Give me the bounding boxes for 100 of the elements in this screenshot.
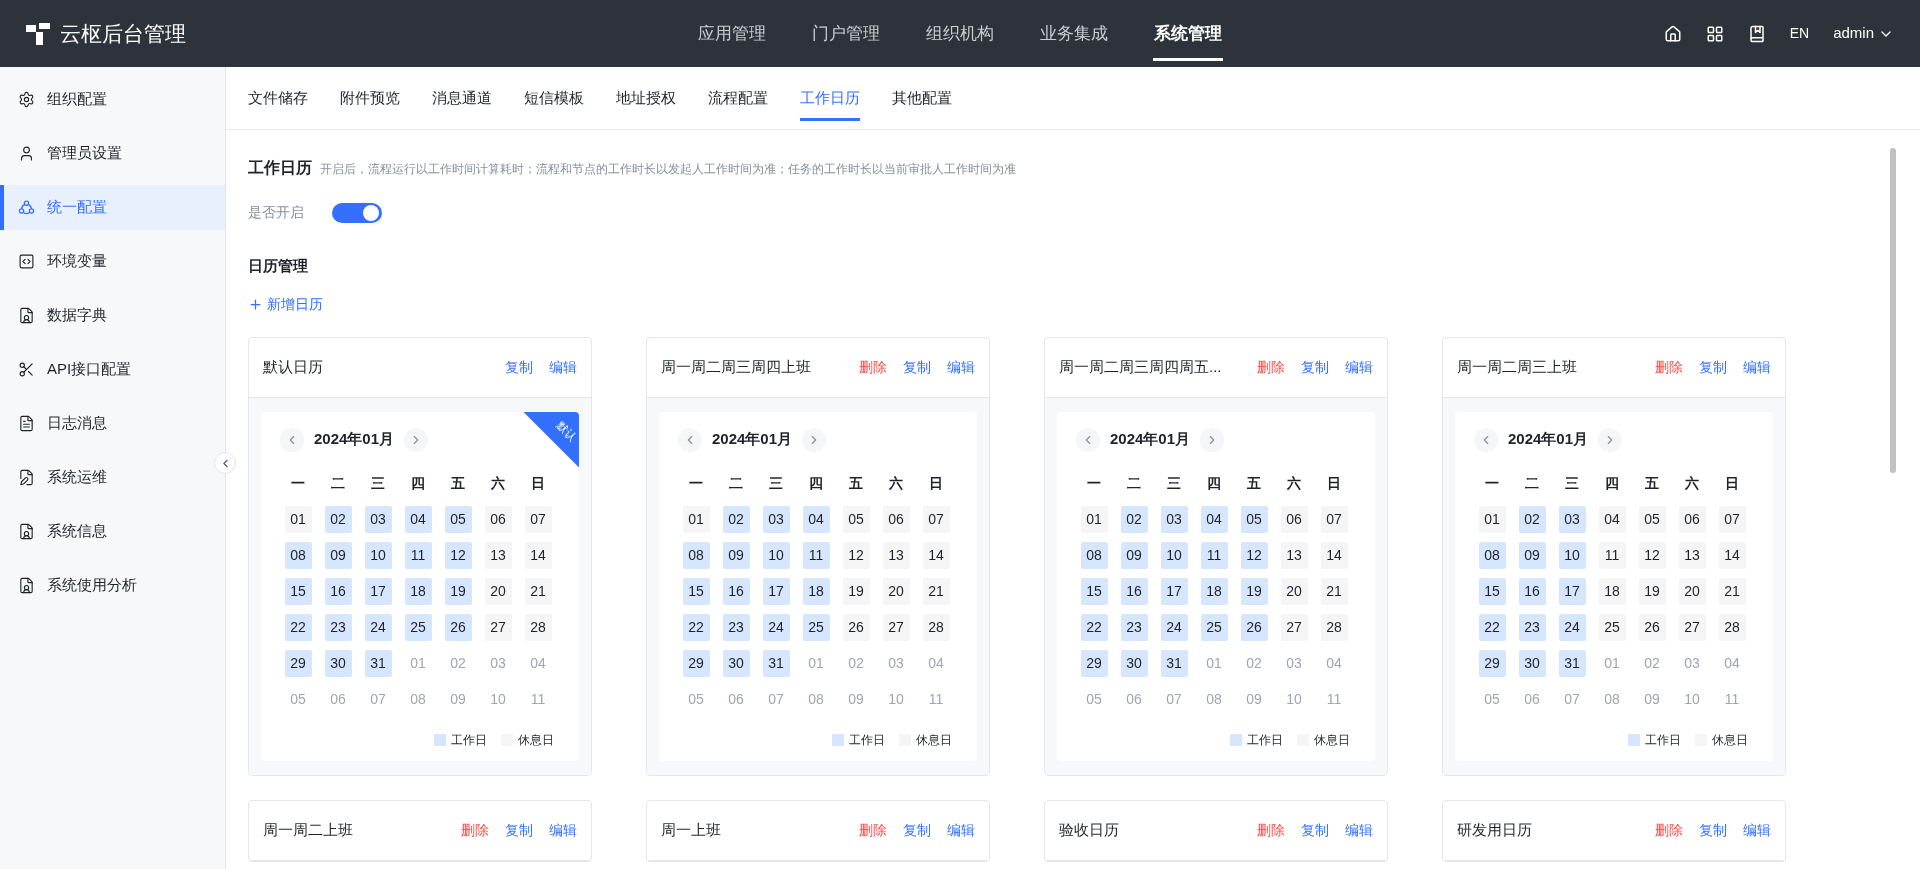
day-cell[interactable]: 29 [682,649,710,677]
day-cell[interactable]: 16 [324,577,352,605]
sidebar-item[interactable]: 系统运维 [0,455,225,500]
edit-link[interactable]: 编辑 [947,819,975,841]
user-menu[interactable]: admin [1833,22,1894,45]
copy-link[interactable]: 复制 [505,356,533,378]
day-cell[interactable]: 06 [1678,505,1706,533]
day-cell[interactable]: 12 [444,541,472,569]
day-cell[interactable]: 18 [1200,577,1228,605]
sidebar-item[interactable]: 数据字典 [0,293,225,338]
day-cell[interactable]: 01 [1080,505,1108,533]
day-cell[interactable]: 23 [324,613,352,641]
day-cell[interactable]: 08 [682,541,710,569]
settings-tab[interactable]: 地址授权 [616,67,676,129]
day-cell[interactable]: 29 [1080,649,1108,677]
day-cell[interactable]: 15 [1080,577,1108,605]
day-cell[interactable]: 06 [484,505,512,533]
day-cell[interactable]: 15 [1478,577,1506,605]
day-cell[interactable]: 23 [1518,613,1546,641]
day-cell[interactable]: 31 [1558,649,1586,677]
day-cell[interactable]: 28 [1320,613,1348,641]
day-cell[interactable]: 04 [802,505,830,533]
scrollbar-thumb[interactable] [1890,148,1896,473]
day-cell[interactable]: 04 [1200,505,1228,533]
next-month-button[interactable] [1598,427,1623,452]
home-icon[interactable] [1663,24,1682,43]
day-cell[interactable]: 11 [404,541,432,569]
day-cell[interactable]: 28 [922,613,950,641]
day-cell[interactable]: 25 [802,613,830,641]
day-cell[interactable]: 25 [1200,613,1228,641]
previous-month-button[interactable] [1474,427,1498,452]
day-cell[interactable]: 10 [1160,541,1188,569]
day-cell[interactable]: 14 [922,541,950,569]
day-cell[interactable]: 03 [1558,505,1586,533]
day-cell[interactable]: 01 [682,505,710,533]
day-cell[interactable]: 31 [1160,649,1188,677]
edit-link[interactable]: 编辑 [1345,819,1373,841]
settings-tab[interactable]: 流程配置 [708,67,768,129]
day-cell[interactable]: 31 [762,649,790,677]
day-cell[interactable]: 30 [1120,649,1148,677]
day-cell[interactable]: 03 [364,505,392,533]
next-month-button[interactable] [802,427,827,452]
edit-link[interactable]: 编辑 [1743,819,1771,841]
day-cell[interactable]: 06 [882,505,910,533]
previous-month-button[interactable] [1076,427,1100,452]
day-cell[interactable]: 20 [1678,577,1706,605]
day-cell[interactable]: 10 [762,541,790,569]
settings-tab[interactable]: 附件预览 [340,67,400,129]
day-cell[interactable]: 21 [1718,577,1746,605]
day-cell[interactable]: 26 [842,613,870,641]
day-cell[interactable]: 27 [1678,613,1706,641]
delete-link[interactable]: 删除 [859,356,887,378]
day-cell[interactable]: 13 [484,541,512,569]
nav-tab[interactable]: 应用管理 [697,0,767,67]
add-calendar-link[interactable]: 新增日历 [248,293,323,315]
settings-tab[interactable]: 文件储存 [248,67,308,129]
settings-tab[interactable]: 工作日历 [800,67,860,129]
day-cell[interactable]: 13 [1678,541,1706,569]
day-cell[interactable]: 02 [722,505,750,533]
day-cell[interactable]: 08 [284,541,312,569]
day-cell[interactable]: 13 [1280,541,1308,569]
copy-link[interactable]: 复制 [1699,819,1727,841]
day-cell[interactable]: 22 [1080,613,1108,641]
book-icon[interactable] [1747,24,1766,43]
day-cell[interactable]: 26 [444,613,472,641]
day-cell[interactable]: 11 [802,541,830,569]
day-cell[interactable]: 08 [1478,541,1506,569]
day-cell[interactable]: 24 [762,613,790,641]
collapse-button[interactable] [214,452,236,474]
day-cell[interactable]: 03 [1160,505,1188,533]
nav-tab[interactable]: 业务集成 [1039,0,1109,67]
day-cell[interactable]: 19 [842,577,870,605]
day-cell[interactable]: 17 [1558,577,1586,605]
day-cell[interactable]: 24 [1160,613,1188,641]
day-cell[interactable]: 21 [524,577,552,605]
day-cell[interactable]: 27 [882,613,910,641]
day-cell[interactable]: 15 [682,577,710,605]
sidebar-item[interactable]: 环境变量 [0,239,225,284]
day-cell[interactable]: 22 [1478,613,1506,641]
day-cell[interactable]: 16 [1120,577,1148,605]
day-cell[interactable]: 09 [1120,541,1148,569]
day-cell[interactable]: 19 [1638,577,1666,605]
day-cell[interactable]: 05 [1638,505,1666,533]
copy-link[interactable]: 复制 [903,819,931,841]
previous-month-button[interactable] [280,427,304,452]
day-cell[interactable]: 16 [1518,577,1546,605]
day-cell[interactable]: 02 [1120,505,1148,533]
day-cell[interactable]: 14 [1718,541,1746,569]
day-cell[interactable]: 05 [444,505,472,533]
day-cell[interactable]: 18 [404,577,432,605]
day-cell[interactable]: 30 [722,649,750,677]
day-cell[interactable]: 07 [524,505,552,533]
delete-link[interactable]: 删除 [1655,356,1683,378]
day-cell[interactable]: 03 [762,505,790,533]
nav-tab[interactable]: 组织机构 [925,0,995,67]
day-cell[interactable]: 27 [484,613,512,641]
sidebar-item[interactable]: 统一配置 [0,185,225,230]
edit-link[interactable]: 编辑 [1743,356,1771,378]
enable-switch[interactable] [332,202,382,223]
day-cell[interactable]: 17 [1160,577,1188,605]
